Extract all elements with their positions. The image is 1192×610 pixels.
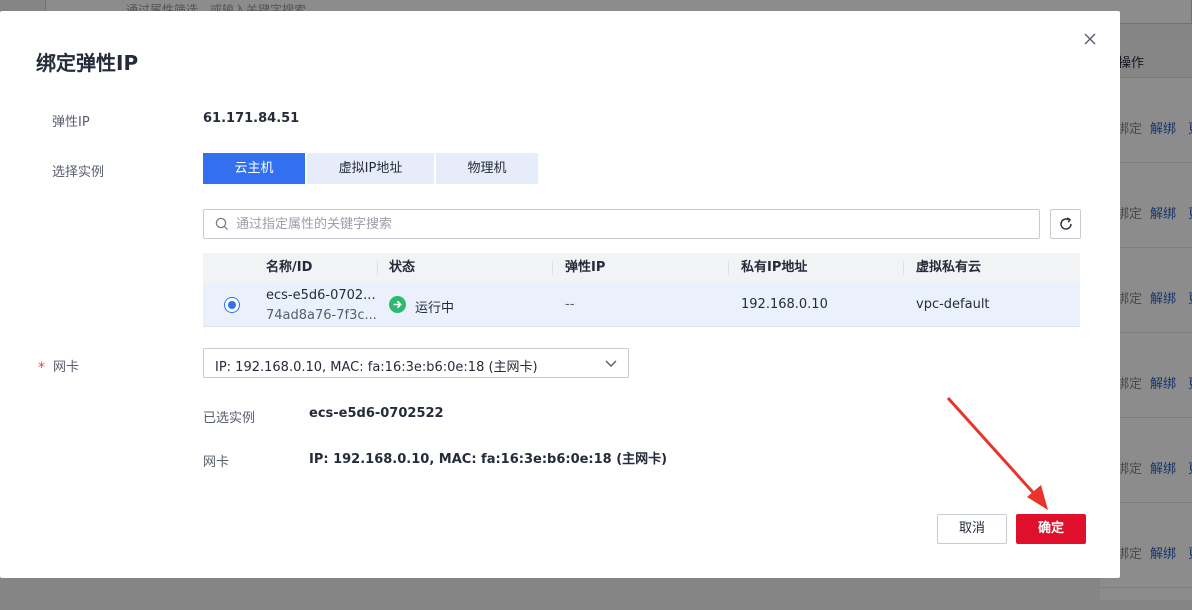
annotation-arrow bbox=[946, 396, 1048, 510]
